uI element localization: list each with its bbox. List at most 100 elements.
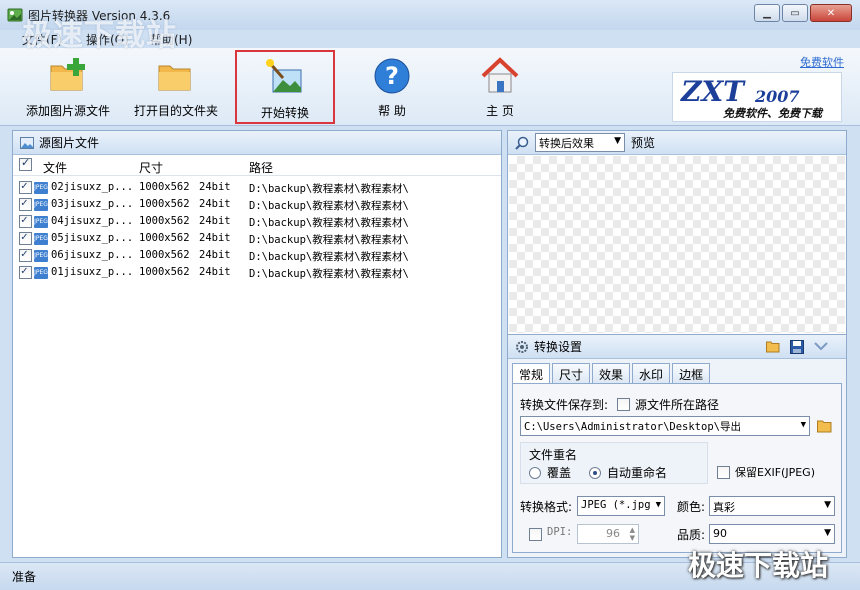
minimize-icon: ▁	[763, 7, 771, 19]
quality-select[interactable]: 90 ▼	[709, 524, 835, 544]
table-row[interactable]: JPEG02jisuxz_p... 1000x562 24bit D:\backup\…	[13, 179, 501, 196]
row-size: 1000x562	[139, 266, 190, 278]
home-label: 主 页	[486, 104, 514, 118]
help-label: 帮 助	[378, 104, 406, 118]
row-file-name: 06jisuxz_p...	[51, 249, 134, 261]
tab-0[interactable]: 常规	[512, 363, 551, 384]
table-row[interactable]: JPEG06jisuxz_p... 1000x562 24bit D:\backup\…	[13, 247, 501, 264]
home-icon	[481, 57, 519, 93]
app-icon	[7, 8, 23, 22]
keep-exif-label: 保留EXIF(JPEG)	[735, 466, 815, 479]
open-target-label: 打开目的文件夹	[133, 104, 218, 118]
table-row[interactable]: JPEG05jisuxz_p... 1000x562 24bit D:\backup\…	[13, 230, 501, 247]
table-row[interactable]: JPEG04jisuxz_p... 1000x562 24bit D:\backup\…	[13, 213, 501, 230]
quality-value: 90	[713, 527, 727, 540]
row-size: 1000x562	[139, 181, 190, 193]
home-button[interactable]: 主 页	[470, 50, 530, 124]
settings-gear-icon	[516, 340, 528, 353]
dpi-spinner[interactable]: 96 ▲ ▼	[577, 524, 639, 544]
help-button[interactable]: ? 帮 助	[362, 50, 422, 124]
column-path[interactable]: 路径	[249, 159, 273, 176]
watermark-top: 极速下载站	[22, 18, 177, 53]
magic-wand-image-icon	[266, 59, 302, 93]
maximize-button[interactable]: ▭	[782, 4, 808, 22]
jpeg-icon: JPEG	[34, 267, 48, 279]
logo-year-text: 2007	[755, 87, 800, 106]
row-depth: 24bit	[199, 249, 231, 261]
auto-rename-label: 自动重命名	[607, 466, 668, 480]
save-to-label: 转换文件保存到:	[520, 398, 609, 412]
general-tab-body: 转换文件保存到: 源文件所在路径 C:\Users\Administrator\…	[512, 383, 842, 553]
format-select[interactable]: JPEG (*.jpg ▼	[577, 496, 665, 516]
source-path-label: 源文件所在路径	[635, 398, 720, 412]
row-checkbox[interactable]	[19, 230, 32, 245]
table-row[interactable]: JPEG03jisuxz_p... 1000x562 24bit D:\backup\…	[13, 196, 501, 213]
preview-label: 预览	[631, 136, 656, 150]
color-select[interactable]: 真彩 ▼	[709, 496, 835, 516]
row-size: 1000x562	[139, 232, 190, 244]
row-path: D:\backup\教程素材\教程素材\	[249, 217, 409, 229]
chevron-down-icon: ▼	[614, 136, 621, 146]
row-checkbox[interactable]	[19, 264, 32, 279]
tab-4[interactable]: 边框	[672, 363, 711, 383]
keep-exif-checkbox[interactable]	[717, 466, 730, 479]
chevron-down-icon: ▼	[655, 500, 661, 510]
free-software-link[interactable]: 免费软件	[800, 54, 844, 70]
source-path-checkbox[interactable]	[617, 398, 630, 411]
select-all-checkbox[interactable]	[19, 156, 32, 171]
auto-rename-radio[interactable]	[589, 467, 601, 479]
tab-2[interactable]: 效果	[592, 363, 631, 383]
jpeg-icon: JPEG	[34, 233, 48, 245]
collapse-chevron-icon[interactable]	[814, 342, 828, 351]
row-file-name: 03jisuxz_p...	[51, 198, 134, 210]
table-row[interactable]: JPEG01jisuxz_p... 1000x562 24bit D:\backup\…	[13, 264, 501, 281]
watermark-bottom: 极速下载站	[688, 549, 829, 582]
jpeg-icon: JPEG	[34, 216, 48, 228]
spinner-arrows-icon[interactable]: ▲ ▼	[630, 526, 635, 542]
format-value: JPEG (*.jpg	[581, 499, 651, 511]
save-path-input[interactable]: C:\Users\Administrator\Desktop\导出 ▼	[520, 416, 810, 436]
tab-1[interactable]: 尺寸	[552, 363, 591, 383]
settings-panel: 转换设置 常规 尺寸 效果 水印 边框 转换文件保存到: 源文件所在路径 C:\User…	[507, 334, 847, 558]
browse-folder-icon[interactable]	[817, 419, 833, 433]
settings-panel-header: 转换设置	[508, 335, 846, 359]
dpi-label: DPI:	[547, 526, 573, 538]
rename-group: 文件重名 覆盖 自动重命名	[520, 442, 708, 484]
row-path: D:\backup\教程素材\教程素材\	[249, 183, 409, 195]
zxt-logo[interactable]: ZXT 2007 免费软件、免费下载	[672, 72, 842, 122]
row-checkbox[interactable]	[19, 213, 32, 228]
color-value: 真彩	[713, 501, 735, 514]
preview-mode-select[interactable]: 转换后效果 ▼	[535, 133, 625, 152]
tab-3[interactable]: 水印	[632, 363, 671, 383]
minimize-button[interactable]: ▁	[754, 4, 780, 22]
row-checkbox[interactable]	[19, 179, 32, 194]
row-checkbox[interactable]	[19, 196, 32, 211]
column-file[interactable]: 文件	[43, 159, 67, 176]
open-folder-icon[interactable]	[766, 340, 781, 353]
row-file-name: 01jisuxz_p...	[51, 266, 134, 278]
chevron-down-icon: ▼	[800, 420, 806, 430]
column-size[interactable]: 尺寸	[139, 159, 163, 176]
quality-label: 品质:	[677, 528, 706, 542]
row-path: D:\backup\教程素材\教程素材\	[249, 251, 409, 263]
overwrite-label: 覆盖	[547, 466, 572, 480]
dpi-checkbox[interactable]	[529, 528, 542, 541]
folder-add-icon	[50, 58, 85, 91]
row-checkbox[interactable]	[19, 247, 32, 262]
chevron-down-icon: ▼	[824, 500, 831, 510]
save-icon[interactable]	[790, 340, 804, 354]
close-button[interactable]: ✕	[810, 4, 852, 22]
close-icon: ✕	[826, 7, 836, 19]
row-depth: 24bit	[199, 266, 231, 278]
image-icon	[20, 136, 34, 149]
preview-mode-value: 转换后效果	[539, 137, 594, 150]
overwrite-radio[interactable]	[529, 467, 541, 479]
rename-group-label: 文件重名	[529, 448, 578, 462]
source-panel-title: 源图片文件	[39, 136, 100, 150]
start-convert-button[interactable]: 开始转换	[235, 50, 335, 124]
open-target-button[interactable]: 打开目的文件夹	[130, 50, 222, 124]
add-source-button[interactable]: 添加图片源文件	[22, 50, 114, 124]
row-size: 1000x562	[139, 249, 190, 261]
logo-main-text: ZXT	[681, 75, 744, 108]
folder-icon	[158, 65, 191, 91]
